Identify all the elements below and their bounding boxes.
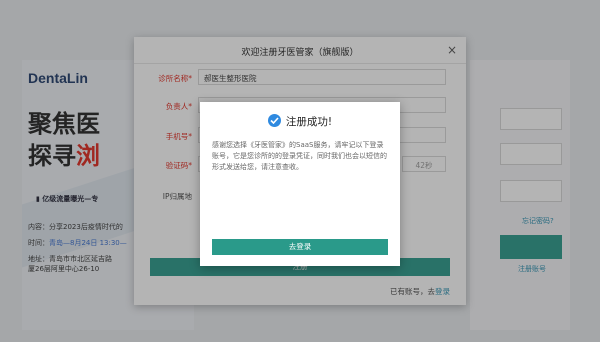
go-login-button[interactable]: 去登录 — [212, 239, 388, 255]
popup-message: 感谢您选择《牙医管家》的SaaS服务，请牢记以下登录账号，它是您诊所的的登录凭证… — [212, 141, 387, 171]
success-popup: 注册成功! 感谢您选择《牙医管家》的SaaS服务，请牢记以下登录账号，它是您诊所… — [200, 102, 400, 266]
check-circle-icon — [267, 114, 281, 127]
popup-title-text: 注册成功! — [285, 116, 333, 128]
popup-title: 注册成功! — [200, 114, 400, 129]
